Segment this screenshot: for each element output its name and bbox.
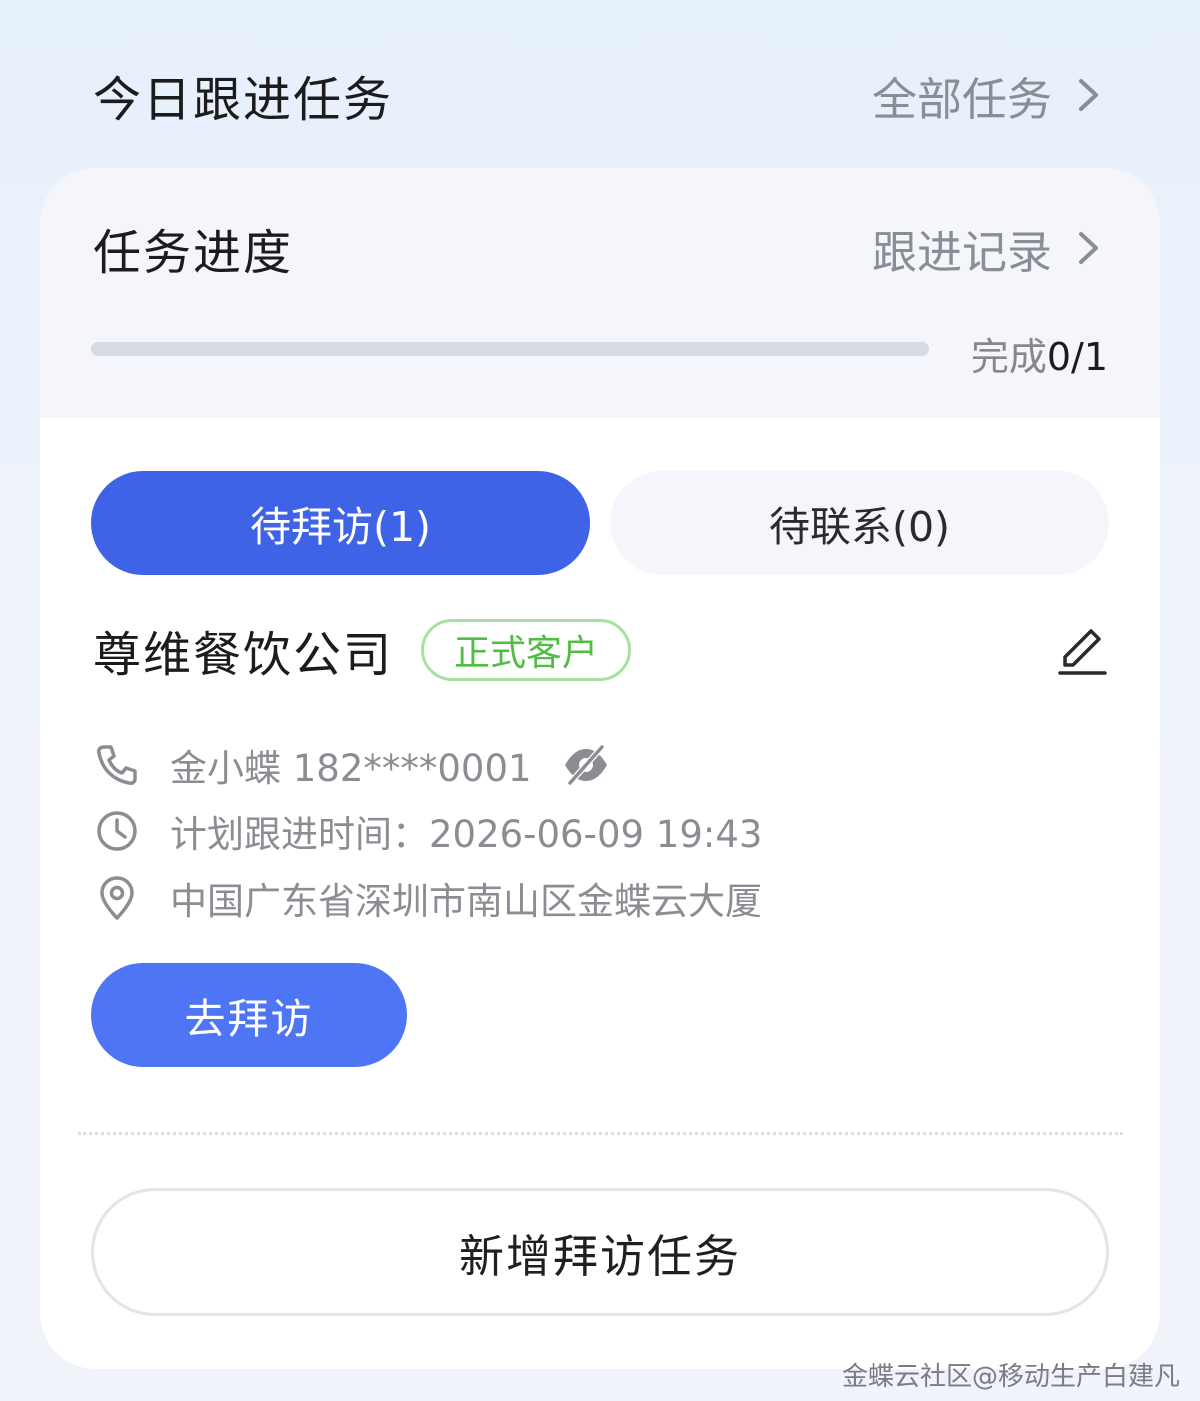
eye-off-icon[interactable] [562, 743, 610, 787]
progress-section: 任务进度 跟进记录 完成0/1 [40, 168, 1160, 418]
plan-time-text: 计划跟进时间：2026-06-09 19:43 [170, 813, 763, 856]
follow-records-link[interactable]: 跟进记录 [872, 216, 1108, 281]
address-row: 中国广东省深圳市南山区金蝶云大厦 [94, 873, 762, 923]
tab-pending-contact[interactable]: 待联系(0) [610, 471, 1109, 575]
progress-title: 任务进度 [93, 225, 294, 281]
chevron-right-icon [1078, 228, 1108, 268]
go-visit-button[interactable]: 去拜访 [91, 963, 407, 1067]
task-card: 任务进度 跟进记录 完成0/1 待拜访(1) 待联系(0) 尊维餐饮公司 正式客… [40, 168, 1160, 1369]
all-tasks-label: 全部任务 [871, 72, 1052, 126]
task-tabs: 待拜访(1) 待联系(0) [91, 471, 1109, 575]
location-icon [94, 875, 140, 921]
customer-name: 尊维餐饮公司 [93, 627, 394, 683]
follow-records-label: 跟进记录 [871, 225, 1052, 279]
progress-count: 完成0/1 [971, 326, 1108, 381]
page-title: 今日跟进任务 [93, 72, 394, 128]
progress-bar [91, 342, 929, 356]
all-tasks-link[interactable]: 全部任务 [872, 63, 1108, 128]
edit-icon[interactable] [1055, 623, 1109, 677]
plan-time-row: 计划跟进时间：2026-06-09 19:43 [94, 806, 762, 856]
clock-icon [94, 808, 140, 854]
progress-done-prefix: 完成 [970, 335, 1047, 379]
customer-status-badge: 正式客户 [421, 619, 632, 681]
address-text: 中国广东省深圳市南山区金蝶云大厦 [170, 880, 762, 923]
progress-title-row: 任务进度 跟进记录 [93, 213, 1108, 283]
page-header: 今日跟进任务 全部任务 [93, 60, 1108, 130]
contact-text: 金小蝶 182****0001 [170, 747, 532, 790]
contact-row: 金小蝶 182****0001 [94, 740, 610, 790]
chevron-right-icon [1078, 75, 1108, 115]
divider [78, 1132, 1123, 1135]
watermark: 金蝶云社区@移动生产白建凡 [841, 1362, 1180, 1392]
phone-icon [94, 742, 140, 788]
tab-pending-visit[interactable]: 待拜访(1) [91, 471, 590, 575]
add-visit-task-button[interactable]: 新增拜访任务 [91, 1188, 1109, 1316]
progress-done-count: 0/1 [1046, 335, 1108, 379]
customer-header: 尊维餐饮公司 正式客户 [93, 616, 1109, 684]
